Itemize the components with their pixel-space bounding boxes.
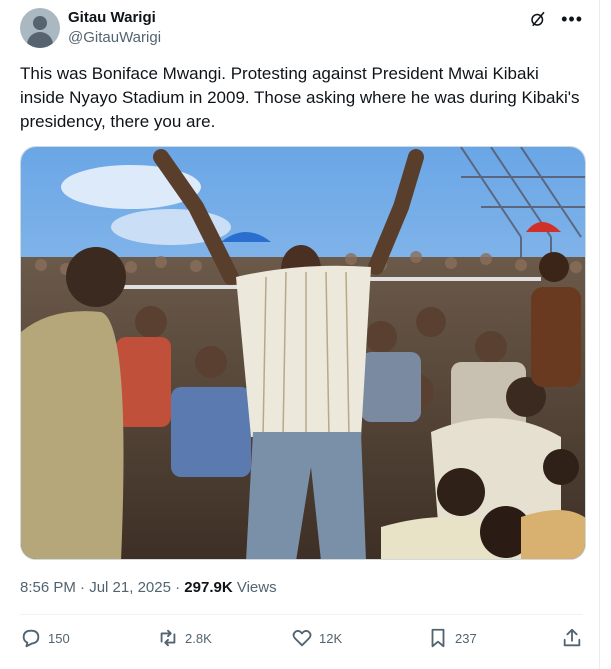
meta-separator: ·: [170, 579, 185, 596]
meta-separator: ·: [75, 579, 90, 596]
views-label: Views: [232, 579, 277, 596]
tweet-text: This was Boniface Mwangi. Protesting aga…: [20, 64, 580, 131]
more-icon[interactable]: •••: [561, 10, 583, 28]
tweet-time[interactable]: 8:56 PM: [20, 579, 76, 596]
share-icon: [563, 628, 581, 647]
bookmark-count: 237: [455, 630, 477, 646]
author-handle[interactable]: @GitauWarigi: [68, 29, 161, 46]
share-button[interactable]: [561, 624, 583, 652]
reply-count: 150: [48, 630, 70, 646]
repost-icon: [160, 629, 176, 647]
action-bar: 150 2.8K 12K 237: [20, 624, 588, 652]
repost-count: 2.8K: [185, 630, 212, 646]
author-name[interactable]: Gitau Warigi: [68, 9, 156, 26]
bookmark-icon: [431, 628, 445, 648]
views-count: 297.9K: [184, 579, 233, 596]
tweet-card: Gitau Warigi @GitauWarigi ••• This was B…: [0, 0, 600, 669]
divider: [20, 614, 583, 615]
avatar-body-shape: [27, 32, 53, 48]
like-count: 12K: [319, 630, 343, 646]
tweet-meta: 8:56 PM · Jul 21, 2025 · 297.9K Views: [20, 579, 277, 596]
repost-button[interactable]: 2.8K: [157, 624, 212, 652]
reply-button[interactable]: 150: [20, 624, 70, 652]
avatar[interactable]: [20, 8, 60, 48]
reply-icon: [22, 629, 40, 648]
grok-icon[interactable]: [529, 10, 547, 28]
bookmark-button[interactable]: 237: [427, 624, 477, 652]
header-icons: •••: [529, 8, 583, 30]
avatar-head-shape: [33, 16, 47, 30]
heart-icon: [292, 630, 312, 647]
like-button[interactable]: 12K: [291, 624, 342, 652]
protest-photo-illustration: [21, 147, 585, 559]
tweet-header: Gitau Warigi @GitauWarigi •••: [20, 8, 583, 52]
tweet-photo[interactable]: [20, 146, 586, 560]
tweet-date[interactable]: Jul 21, 2025: [89, 579, 171, 596]
